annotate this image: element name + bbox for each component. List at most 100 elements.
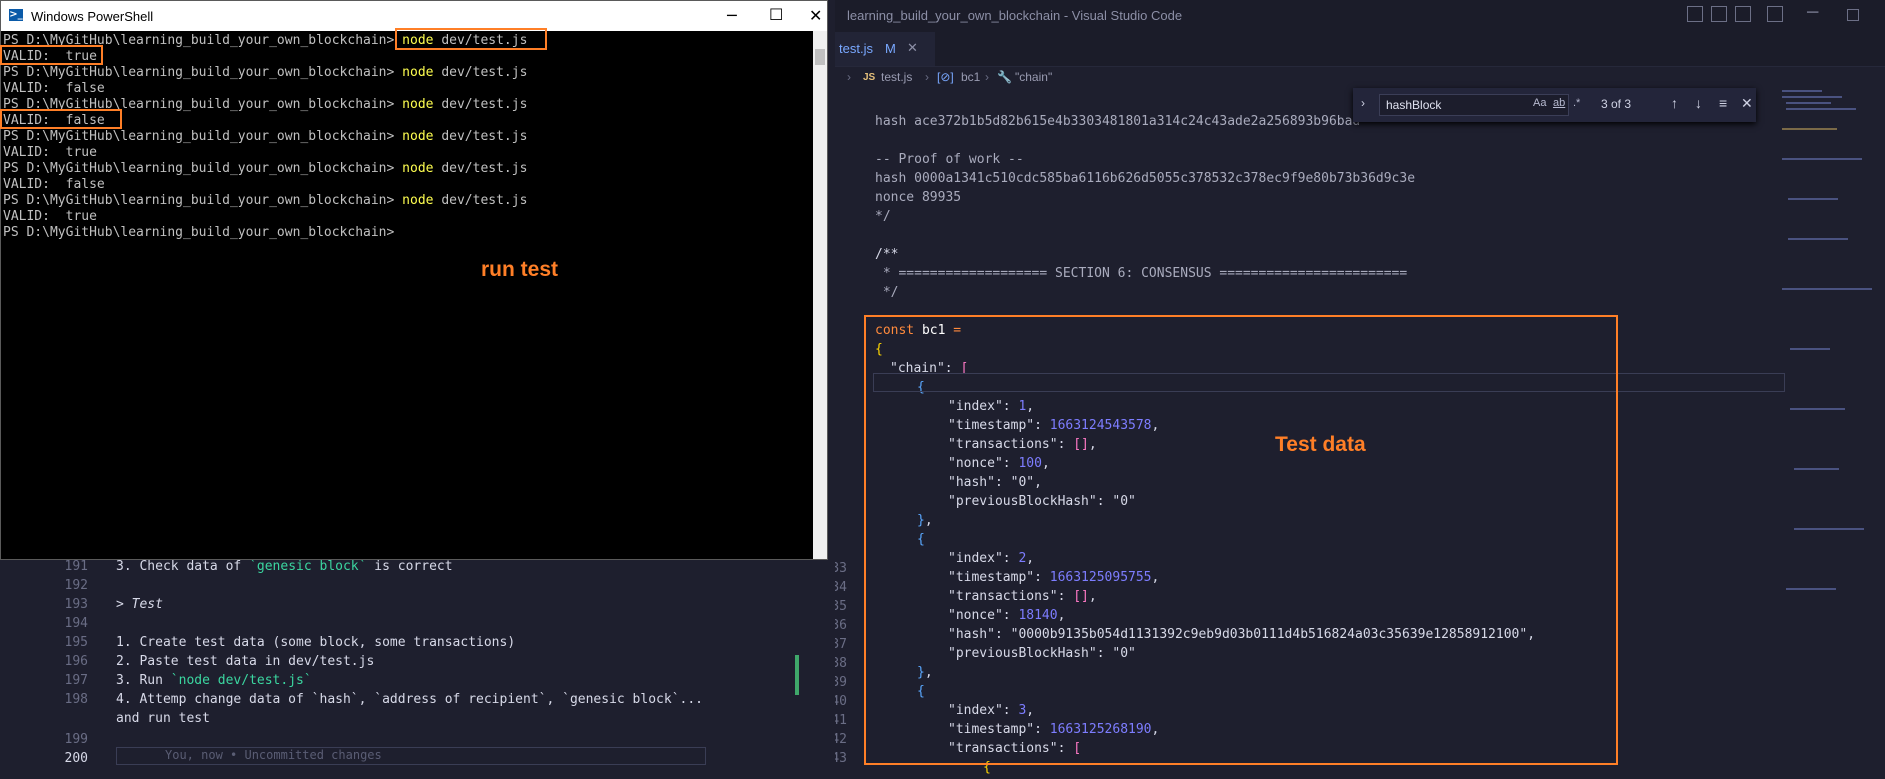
- line-number: 192: [64, 578, 88, 593]
- layout-panel-icon[interactable]: [1711, 6, 1727, 22]
- md-line: 4. Attemp change data of `hash`, `addres…: [116, 692, 703, 707]
- vscode-titlebar: learning_build_your_own_blockchain - Vis…: [835, 0, 1885, 32]
- highlight-box-valid-false: [0, 109, 122, 129]
- js-file-icon: JS: [863, 72, 876, 83]
- md-text: is correct: [366, 559, 453, 574]
- highlight-box-test-data: [864, 315, 1618, 765]
- close-icon[interactable]: ✕: [907, 40, 918, 56]
- breadcrumb-file[interactable]: test.js: [881, 70, 912, 84]
- tab-test-js[interactable]: test.js M ✕: [835, 32, 935, 66]
- valid-value: false: [65, 81, 105, 96]
- command-keyword: node: [402, 65, 434, 80]
- customize-layout-icon[interactable]: [1767, 6, 1783, 22]
- powershell-titlebar: >_ Windows PowerShell ─ ☐ ✕: [1, 1, 827, 31]
- md-code-span: `genesic block`: [249, 559, 367, 574]
- valid-label: VALID:: [3, 177, 50, 192]
- find-in-selection-icon[interactable]: ≡: [1719, 95, 1727, 111]
- highlight-box-valid-true: [0, 45, 103, 65]
- code-line: */: [875, 285, 899, 300]
- command-arg: dev/test.js: [441, 129, 528, 144]
- prompt: PS D:\MyGitHub\learning_build_your_own_b…: [3, 129, 395, 144]
- git-change-indicator: [795, 655, 799, 695]
- git-blame-ghost-text: You, now • Uncommitted changes: [116, 747, 706, 765]
- code-line: */: [875, 209, 891, 224]
- prompt: PS D:\MyGitHub\learning_build_your_own_b…: [3, 225, 395, 240]
- md-text: 3. Run: [116, 673, 171, 688]
- annotation-test-data: Test data: [1275, 433, 1366, 456]
- find-result-count: 3 of 3: [1601, 97, 1632, 111]
- annotation-run-test: run test: [481, 258, 559, 281]
- terminal-line: VALID: false: [3, 81, 105, 97]
- terminal-line: PS D:\MyGitHub\learning_build_your_own_b…: [3, 65, 527, 81]
- line-number: 197: [64, 673, 88, 688]
- prompt: PS D:\MyGitHub\learning_build_your_own_b…: [3, 193, 395, 208]
- terminal-line: PS D:\MyGitHub\learning_build_your_own_b…: [3, 161, 527, 177]
- command-keyword: node: [402, 129, 434, 144]
- valid-value: false: [65, 177, 105, 192]
- line-number: 199: [64, 732, 88, 747]
- scrollbar[interactable]: [813, 31, 827, 559]
- line-number: 195: [64, 635, 88, 650]
- terminal-line: VALID: false: [3, 177, 105, 193]
- chevron-right-icon: ›: [925, 70, 929, 84]
- code-line: /**: [875, 247, 899, 262]
- md-line: 1. Create test data (some block, some tr…: [116, 635, 516, 650]
- window-title: learning_build_your_own_blockchain - Vis…: [847, 8, 1183, 23]
- editor-tabs: test.js M ✕: [835, 32, 1885, 67]
- line-number: 194: [64, 616, 88, 631]
- minimize-icon[interactable]: ─: [1807, 4, 1818, 22]
- maximize-icon[interactable]: ☐: [769, 5, 783, 24]
- close-icon[interactable]: ✕: [1741, 95, 1753, 112]
- regex-toggle[interactable]: .*: [1573, 97, 1580, 109]
- chevron-right-icon: ›: [985, 70, 989, 84]
- terminal-output[interactable]: PS D:\MyGitHub\learning_build_your_own_b…: [1, 31, 813, 559]
- md-line: > Test: [116, 597, 163, 612]
- chevron-right-icon: ›: [847, 70, 851, 84]
- arrow-up-icon[interactable]: ↑: [1671, 95, 1678, 111]
- terminal-line: VALID: true: [3, 145, 97, 161]
- modified-badge: M: [885, 41, 896, 56]
- close-icon[interactable]: ✕: [809, 6, 822, 25]
- scrollbar-thumb[interactable]: [815, 49, 825, 65]
- prompt: PS D:\MyGitHub\learning_build_your_own_b…: [3, 161, 395, 176]
- prompt: PS D:\MyGitHub\learning_build_your_own_b…: [3, 65, 395, 80]
- whole-word-toggle[interactable]: ab: [1553, 97, 1565, 109]
- restore-icon[interactable]: [1847, 9, 1859, 21]
- minimize-icon[interactable]: ─: [727, 6, 737, 25]
- layout-sidebar-icon[interactable]: [1687, 6, 1703, 22]
- code-line: hash 0000a1341c510cdc585ba6116b626d5055c…: [875, 171, 1416, 186]
- md-code-span: `node dev/test.js`: [170, 673, 312, 688]
- layout-secondary-icon[interactable]: [1735, 6, 1751, 22]
- highlight-box-command: [395, 28, 547, 50]
- terminal-line: PS D:\MyGitHub\learning_build_your_own_b…: [3, 225, 394, 241]
- line-number: 196: [64, 654, 88, 669]
- command-arg: dev/test.js: [441, 161, 528, 176]
- match-case-toggle[interactable]: Aa: [1533, 97, 1546, 109]
- breadcrumb-symbol[interactable]: bc1: [961, 70, 980, 84]
- tab-label: test.js: [839, 41, 873, 56]
- markdown-editor[interactable]: 191 3. Check data of `genesic block` is …: [0, 555, 835, 779]
- terminal-line: PS D:\MyGitHub\learning_build_your_own_b…: [3, 129, 527, 145]
- valid-value: true: [65, 209, 97, 224]
- toggle-replace-icon[interactable]: ›: [1361, 96, 1365, 110]
- line-number: 191: [64, 559, 88, 574]
- window-title: Windows PowerShell: [31, 9, 154, 24]
- valid-label: VALID:: [3, 209, 50, 224]
- find-widget: › hashBlock Aa ab .* 3 of 3 ↑ ↓ ≡ ✕: [1353, 88, 1756, 122]
- code-line: nonce 89935: [875, 190, 962, 205]
- line-number: 193: [64, 597, 88, 612]
- command-keyword: node: [402, 161, 434, 176]
- md-line: and run test: [116, 711, 210, 726]
- minimap[interactable]: [1780, 88, 1885, 648]
- wrench-icon: 🔧: [997, 70, 1012, 84]
- command-keyword: node: [402, 97, 434, 112]
- variable-icon: [⊘]: [937, 70, 954, 84]
- breadcrumb-key[interactable]: "chain": [1015, 70, 1052, 84]
- line-number: 200: [64, 751, 88, 766]
- md-text: 3. Check data of: [116, 559, 250, 574]
- arrow-down-icon[interactable]: ↓: [1695, 95, 1702, 111]
- command-arg: dev/test.js: [441, 65, 528, 80]
- code-line: hash ace372b1b5d82b615e4b3303481801a314c…: [875, 114, 1361, 129]
- valid-value: true: [65, 145, 97, 160]
- code-line: -- Proof of work --: [875, 152, 1024, 167]
